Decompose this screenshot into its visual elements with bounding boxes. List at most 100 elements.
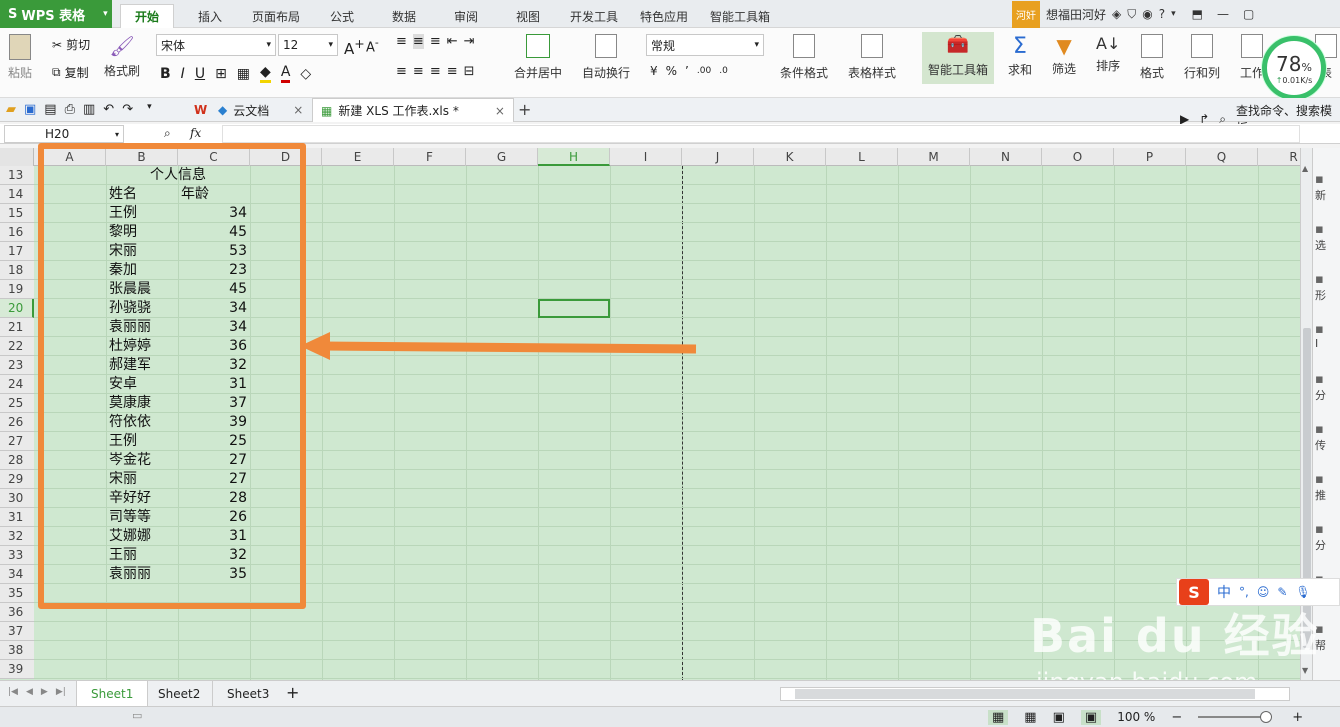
row-header-29[interactable]: 29 — [0, 470, 34, 489]
network-speed-widget[interactable]: 78 % ↑ 0.01K/s — [1262, 36, 1326, 100]
distribute-icon[interactable]: ⊟ — [464, 64, 475, 79]
row-header-35[interactable]: 35 — [0, 584, 34, 603]
first-sheet-icon[interactable]: |◀ — [8, 687, 18, 697]
redo-icon[interactable]: ↷ — [122, 102, 133, 117]
undo-icon[interactable]: ↶ — [103, 102, 114, 117]
side-panel-item[interactable]: ▪ 形 — [1315, 272, 1340, 303]
side-panel-item[interactable]: ▪ 选 — [1315, 222, 1340, 253]
close-icon[interactable]: × — [293, 103, 303, 117]
worksheet-button[interactable]: 工作 — [1240, 34, 1264, 81]
last-sheet-icon[interactable]: ▶| — [56, 687, 66, 697]
print-icon[interactable]: ⎙ — [65, 102, 75, 117]
row-header-38[interactable]: 38 — [0, 641, 34, 660]
emoji-icon[interactable]: ☺ — [1257, 585, 1270, 599]
number-format-select[interactable]: 常规 ▾ — [646, 34, 764, 56]
row-header-14[interactable]: 14 — [0, 185, 34, 204]
font-name-select[interactable]: 宋体 ▾ — [156, 34, 276, 56]
open-folder-icon[interactable]: ▰ — [6, 102, 16, 117]
indent-decrease-icon[interactable]: ⇤ — [447, 34, 458, 49]
grow-font-icon[interactable]: A+ — [344, 36, 365, 58]
tab-insert[interactable]: 插入 — [184, 4, 236, 28]
chevron-down-icon[interactable]: ▾ — [1171, 9, 1176, 19]
percent-button[interactable]: % — [666, 64, 677, 78]
clear-format-icon[interactable]: ◇ — [300, 66, 311, 82]
side-panel-item[interactable]: ▪ I — [1315, 322, 1340, 350]
paste-button[interactable]: 粘贴 — [8, 34, 32, 81]
side-panel-item[interactable]: ▪ 推 — [1315, 472, 1340, 503]
function-icon[interactable]: fx — [190, 126, 201, 140]
format-painter-button[interactable]: 🖌 格式刷 — [104, 34, 140, 79]
wrap-text-button[interactable]: 自动换行 — [582, 34, 630, 81]
row-header-20[interactable]: 20 — [0, 299, 34, 318]
column-header-o[interactable]: O — [1042, 148, 1114, 166]
fill-pattern-icon[interactable]: ▦ — [237, 66, 250, 82]
smart-toolbox-button[interactable]: 🧰 智能工具箱 — [922, 32, 995, 84]
align-top-icon[interactable]: ≡ — [396, 34, 407, 49]
row-header-15[interactable]: 15 — [0, 204, 34, 223]
help-icon[interactable]: ? — [1159, 7, 1165, 21]
table-style-button[interactable]: 表格样式 — [848, 34, 896, 81]
column-header-e[interactable]: E — [322, 148, 394, 166]
add-sheet-plus-icon[interactable]: + — [286, 683, 299, 702]
zoom-in-icon[interactable]: + — [1292, 710, 1303, 725]
minimize-icon[interactable]: — — [1217, 7, 1229, 21]
column-header-n[interactable]: N — [970, 148, 1042, 166]
font-size-select[interactable]: 12 ▾ — [278, 34, 338, 56]
column-header-g[interactable]: G — [466, 148, 538, 166]
tab-page-layout[interactable]: 页面布局 — [238, 4, 314, 28]
column-header-i[interactable]: I — [610, 148, 682, 166]
row-header-17[interactable]: 17 — [0, 242, 34, 261]
side-panel-item[interactable]: ▪ 传 — [1315, 422, 1340, 453]
zoom-value[interactable]: 100 % — [1117, 710, 1155, 724]
zoom-search-icon[interactable]: ⌕ — [164, 126, 171, 141]
merge-center-button[interactable]: 合并居中 — [514, 34, 562, 81]
sheet-tab-3[interactable]: Sheet3 — [212, 681, 283, 706]
restore-up-icon[interactable]: ⬒ — [1192, 7, 1203, 21]
justify-icon[interactable]: ≡ — [447, 64, 458, 79]
comma-button[interactable]: ’ — [685, 64, 689, 78]
tab-data[interactable]: 数据 — [378, 4, 430, 28]
scroll-up-icon[interactable]: ▲ — [1302, 164, 1308, 173]
shrink-font-icon[interactable]: A- — [366, 36, 379, 55]
print-preview-icon[interactable]: ▥ — [83, 102, 95, 117]
formula-input[interactable] — [222, 125, 1300, 143]
decrease-decimal-icon[interactable]: .0 — [719, 66, 728, 76]
indent-increase-icon[interactable]: ⇥ — [464, 34, 475, 49]
side-panel-item[interactable]: ▪ 分 — [1315, 522, 1340, 553]
page-break-view-icon[interactable]: ▦ — [1024, 710, 1036, 725]
row-header-13[interactable]: 13 — [0, 166, 34, 185]
fill-color-icon[interactable]: ◆ — [260, 64, 271, 83]
new-tab-plus-icon[interactable]: + — [518, 100, 531, 119]
pen-icon[interactable]: ✎ — [1277, 585, 1287, 599]
tab-review[interactable]: 审阅 — [440, 4, 492, 28]
zoom-slider[interactable] — [1198, 711, 1273, 723]
user-name[interactable]: 想福田河好 — [1046, 6, 1106, 23]
column-header-m[interactable]: M — [898, 148, 970, 166]
column-header-l[interactable]: L — [826, 148, 898, 166]
export-pdf-icon[interactable]: ▤ — [44, 102, 56, 117]
sort-button[interactable]: A↓ 排序 — [1096, 34, 1120, 74]
tab-developer[interactable]: 开发工具 — [556, 4, 632, 28]
close-icon[interactable]: × — [495, 104, 505, 118]
column-header-j[interactable]: J — [682, 148, 754, 166]
filter-button[interactable]: ▼ 筛选 — [1052, 34, 1076, 77]
select-all-corner[interactable] — [0, 148, 34, 166]
scroll-down-icon[interactable]: ▼ — [1302, 666, 1308, 675]
microphone-icon[interactable]: 🎙 — [1295, 585, 1310, 599]
row-header-25[interactable]: 25 — [0, 394, 34, 413]
ime-mode-label[interactable]: 中 — [1217, 582, 1231, 602]
italic-icon[interactable]: I — [181, 66, 185, 82]
align-bottom-icon[interactable]: ≡ — [430, 34, 441, 49]
save-icon[interactable]: ▣ — [24, 102, 36, 117]
side-panel-item[interactable]: ▪ 新 — [1315, 172, 1340, 203]
row-header-37[interactable]: 37 — [0, 622, 34, 641]
row-header-16[interactable]: 16 — [0, 223, 34, 242]
row-header-31[interactable]: 31 — [0, 508, 34, 527]
row-header-19[interactable]: 19 — [0, 280, 34, 299]
next-sheet-icon[interactable]: ▶ — [41, 687, 48, 697]
align-right-icon[interactable]: ≡ — [430, 64, 441, 79]
app-menu-button[interactable]: S WPS 表格 ▾ — [0, 0, 112, 28]
row-header-26[interactable]: 26 — [0, 413, 34, 432]
file-tab[interactable]: ▦ 新建 XLS 工作表.xls * × — [312, 98, 514, 122]
tab-special[interactable]: 特色应用 — [626, 4, 702, 28]
